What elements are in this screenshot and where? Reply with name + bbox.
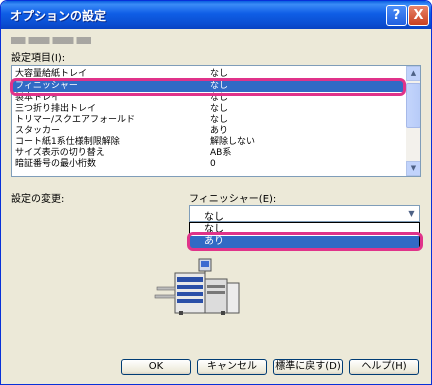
list-item[interactable]: 大容量給紙トレイ なし: [12, 69, 405, 80]
ok-button[interactable]: OK: [121, 359, 191, 375]
help-title-button[interactable]: ?: [386, 5, 407, 26]
list-item-selected[interactable]: フィニッシャー なし: [12, 81, 405, 92]
list-item[interactable]: サイズ表示の切り替え AB系: [12, 148, 405, 159]
printer-model-name: [11, 35, 91, 45]
list-item[interactable]: スタッカー あり: [12, 126, 405, 137]
close-button[interactable]: X: [408, 5, 429, 26]
title-bar: オプションの設定 ? X: [1, 1, 431, 29]
change-setting-label: 設定の変更:: [11, 194, 65, 205]
list-item[interactable]: コート紙1系仕様制限解除 解除しない: [12, 137, 405, 148]
settings-items-label: 設定項目(I):: [11, 53, 66, 64]
list-scrollbar[interactable]: ▲ ▼: [406, 66, 420, 176]
settings-items-list[interactable]: 大容量給紙トレイ なし フィニッシャー なし 製本トレイ なし 三つ折り排出トレ…: [11, 65, 421, 177]
model-name-blurred: [11, 37, 91, 44]
list-item[interactable]: 製本トレイ なし: [12, 93, 405, 104]
finisher-select[interactable]: なし ▼: [189, 205, 420, 223]
chevron-down-icon[interactable]: ▼: [404, 207, 419, 220]
finisher-select-value: なし: [204, 212, 224, 223]
scroll-down-arrow-icon[interactable]: ▼: [406, 161, 420, 176]
help-button[interactable]: ヘルプ(H): [349, 359, 419, 375]
printer-illustration-icon: [154, 258, 240, 315]
dropdown-option-yes[interactable]: あり: [190, 236, 419, 248]
window-title: オプションの設定: [10, 9, 107, 23]
list-item[interactable]: 暗証番号の最小桁数 0: [12, 159, 405, 170]
cancel-button[interactable]: キャンセル: [197, 359, 267, 375]
list-item[interactable]: 三つ折り排出トレイ なし: [12, 104, 405, 115]
restore-default-button[interactable]: 標準に戻す(D): [273, 359, 343, 375]
dropdown-option-none[interactable]: なし: [190, 224, 419, 236]
finisher-dropdown-list[interactable]: なし あり: [189, 222, 420, 249]
scroll-thumb[interactable]: [406, 83, 420, 128]
scroll-up-arrow-icon[interactable]: ▲: [406, 66, 420, 81]
finisher-field-label: フィニッシャー(E):: [189, 194, 277, 205]
list-item[interactable]: トリマー/スクエアフォールド なし: [12, 115, 405, 126]
options-dialog: オプションの設定 ? X 設定項目(I): 大容量給紙トレイ なし フィニッシャ…: [0, 0, 432, 385]
